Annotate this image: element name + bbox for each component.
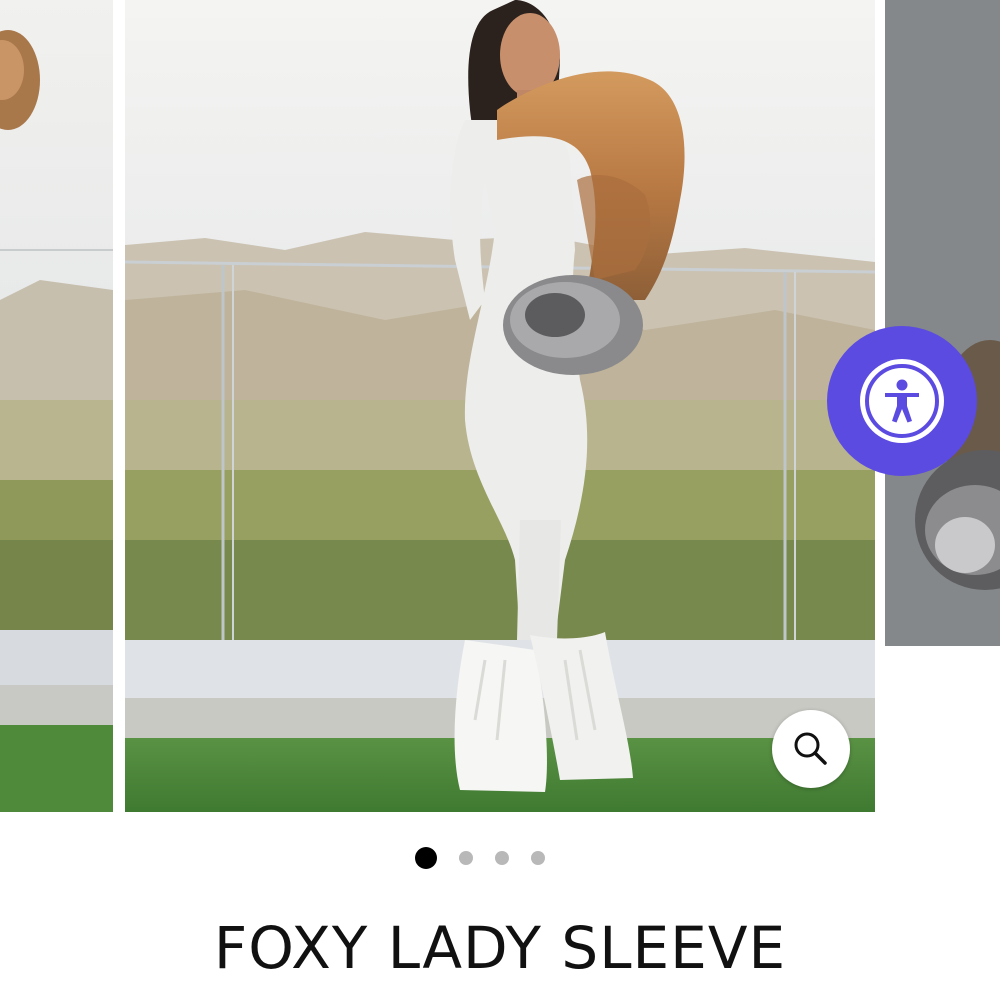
carousel-slide-current[interactable] xyxy=(125,0,875,812)
magnifier-icon xyxy=(794,732,827,765)
product-image-carousel[interactable] xyxy=(0,0,1000,812)
carousel-slide-previous[interactable] xyxy=(0,0,113,812)
pagination-dot-1[interactable] xyxy=(415,847,437,869)
zoom-button[interactable] xyxy=(772,710,850,788)
pagination-dot-4[interactable] xyxy=(531,851,545,865)
product-photo-next xyxy=(885,0,1000,646)
pagination-dot-2[interactable] xyxy=(459,851,473,865)
product-photo-main xyxy=(125,0,875,812)
accessibility-button[interactable] xyxy=(827,326,977,476)
accessibility-person-icon xyxy=(885,379,919,423)
product-title: FOXY LADY SLEEVE xyxy=(213,914,787,982)
carousel-pagination xyxy=(0,846,1000,870)
pagination-dot-3[interactable] xyxy=(495,851,509,865)
product-photo-previous xyxy=(0,0,113,812)
carousel-slide-next[interactable] xyxy=(885,0,1000,646)
